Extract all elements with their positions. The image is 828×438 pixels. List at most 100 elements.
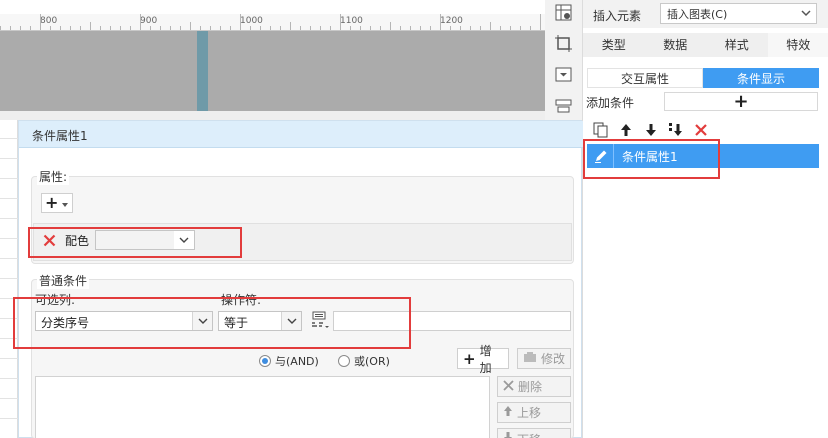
highlight-box [13, 297, 411, 349]
radio-and[interactable]: 与(AND) [259, 353, 319, 369]
add-condition-button[interactable]: + [664, 92, 818, 111]
ruler-tick [450, 26, 451, 30]
side-toolbar [545, 0, 582, 120]
subtab-interaction[interactable]: 交互属性 [587, 68, 703, 88]
ruler-tick [520, 26, 521, 30]
ruler-tick [80, 26, 81, 30]
ruler-tick [390, 22, 391, 30]
ruler-tick [410, 26, 411, 30]
copy-icon[interactable] [593, 122, 609, 138]
layout-icon[interactable] [554, 96, 573, 115]
horizontal-ruler: 800 900 1000 1100 1200 [0, 14, 545, 31]
dropdown-widget-icon[interactable] [554, 65, 573, 84]
ruler-tick [370, 26, 371, 30]
selected-column-highlight [197, 31, 208, 111]
condition-property-dialog: 条件属性1 属性: + 配色 普通条件 可选列: 操作符: 分类序号 等于 与(… [13, 120, 583, 438]
add-property-button[interactable]: + [41, 193, 73, 213]
ruler-tick [0, 26, 1, 30]
radio-or[interactable]: 或(OR) [338, 353, 390, 369]
ruler-tick [540, 14, 541, 30]
radio-or-label: 或(OR) [354, 355, 390, 368]
tab-type[interactable]: 类型 [583, 33, 645, 57]
ruler-tick [270, 26, 271, 30]
dataset-icon[interactable] [554, 3, 573, 22]
ruler-tick [320, 26, 321, 30]
arrow-up-icon[interactable] [618, 122, 634, 138]
modify-button[interactable]: 修改 [517, 348, 571, 369]
ruler-tick [360, 26, 361, 30]
plus-icon: + [733, 91, 749, 112]
effects-subtabs: 交互属性 条件显示 [587, 68, 819, 88]
tab-data[interactable]: 数据 [645, 33, 707, 57]
move-up-button[interactable]: 上移 [497, 402, 571, 423]
ruler-tick [30, 26, 31, 30]
ruler-tick [40, 14, 41, 30]
arrow-down-icon[interactable] [643, 122, 659, 138]
ruler-tick [190, 22, 191, 30]
plus-icon: + [45, 193, 59, 212]
tab-effects[interactable]: 特效 [767, 33, 828, 57]
move-bottom-icon[interactable] [668, 122, 684, 138]
ruler-tick-label: 1200 [440, 16, 463, 26]
ruler-tick [300, 26, 301, 30]
insert-select-value: 插入图表(C) [667, 8, 728, 21]
ruler-tick [420, 26, 421, 30]
ruler-tick [220, 26, 221, 30]
ruler-tick [500, 26, 501, 30]
arrow-up-icon [503, 405, 513, 420]
frame-icon[interactable] [554, 34, 573, 53]
tab-style[interactable]: 样式 [706, 33, 768, 57]
design-canvas[interactable] [0, 31, 545, 111]
ruler-tick [350, 26, 351, 30]
ruler-tick [310, 26, 311, 30]
ruler-tick [380, 26, 381, 30]
radio-and-label: 与(AND) [275, 355, 319, 368]
ruler-tick [60, 26, 61, 30]
delete-icon [503, 379, 514, 394]
highlight-box [28, 227, 242, 258]
plus-icon: + [463, 349, 476, 368]
move-down-button[interactable]: 下移 [497, 428, 571, 438]
ruler-tick-label: 1000 [240, 16, 263, 26]
ruler-tick [470, 26, 471, 30]
ruler-tick-label: 900 [140, 16, 158, 26]
add-condition-label: 添加条件 [586, 96, 635, 110]
chevron-down-icon [800, 7, 812, 19]
ruler-tick [110, 26, 111, 30]
delete-icon[interactable] [693, 122, 709, 138]
ruler-tick [440, 14, 441, 30]
ruler-tick [460, 26, 461, 30]
ruler-tick [330, 26, 331, 30]
dialog-title: 条件属性1 [32, 129, 88, 143]
condition-list[interactable] [35, 376, 490, 438]
ruler-tick [290, 22, 291, 30]
ruler-tick [280, 26, 281, 30]
ruler-tick [340, 14, 341, 30]
ruler-tick [120, 26, 121, 30]
ruler-tick [240, 14, 241, 30]
dialog-header: 条件属性1 [19, 121, 583, 148]
ruler-tick-label: 1100 [340, 16, 363, 26]
delete-row-button[interactable]: 删除 [497, 376, 571, 397]
move-down-label: 下移 [517, 431, 541, 438]
subtab-conditional-display[interactable]: 条件显示 [703, 68, 819, 88]
ruler-tick [20, 26, 21, 30]
ruler-tick-label: 800 [40, 16, 58, 26]
ruler-header-bar [0, 0, 545, 14]
ruler-tick [160, 26, 161, 30]
ruler-tick [210, 26, 211, 30]
ruler-tick [10, 26, 11, 30]
move-up-label: 上移 [517, 406, 542, 420]
ruler-tick [260, 26, 261, 30]
insert-element-label: 插入元素 [593, 9, 642, 23]
ruler-tick [530, 26, 531, 30]
ruler-tick [230, 26, 231, 30]
ruler-tick [400, 26, 401, 30]
ruler-tick [50, 26, 51, 30]
add-condition-row-button[interactable]: + 增加 [457, 344, 509, 375]
insert-chart-select[interactable]: 插入图表(C) [660, 3, 817, 24]
ruler-tick [100, 26, 101, 30]
ruler-tick [170, 26, 171, 30]
property-legend: 属性: [37, 168, 70, 185]
ruler-tick [480, 26, 481, 30]
